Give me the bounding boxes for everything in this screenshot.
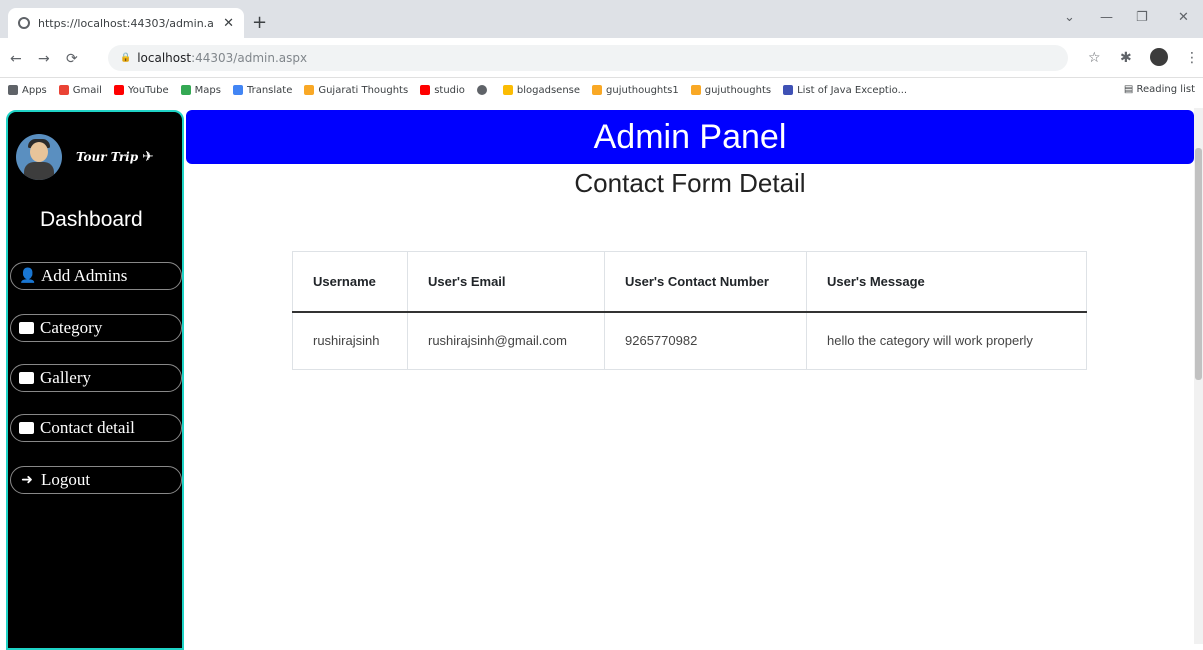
scrollbar-thumb[interactable] — [1195, 148, 1202, 380]
bookmark-label: List of Java Exceptio... — [797, 84, 908, 96]
reading-list-label: Reading list — [1136, 84, 1195, 95]
table-row: rushirajsinh rushirajsinh@gmail.com 9265… — [292, 311, 1087, 370]
new-tab-icon[interactable]: + — [252, 12, 267, 33]
bookmark-label: Maps — [194, 84, 221, 96]
adsense-icon — [502, 85, 513, 95]
profile-avatar[interactable] — [1150, 48, 1168, 66]
bookmark-maps[interactable]: Maps — [180, 84, 221, 96]
bookmark-apps[interactable]: Apps — [8, 85, 47, 96]
bookmark-label: Gmail — [72, 84, 102, 96]
bookmark-label: studio — [434, 84, 465, 96]
studio-icon — [420, 85, 431, 95]
browser-tab-strip: https://localhost:44303/admin.a ✕ + ⌄ — … — [0, 0, 1203, 38]
bookmark-translate[interactable]: Translate — [232, 84, 293, 96]
dashboard-title: Dashboard — [40, 208, 143, 231]
table-header-row: Username User's Email User's Contact Num… — [292, 251, 1087, 313]
address-bar[interactable]: 🔒 localhost:44303/admin.aspx — [108, 45, 1068, 71]
lock-icon: 🔒 — [120, 53, 132, 63]
minimize-icon[interactable]: — — [1100, 10, 1113, 25]
tab-title: https://localhost:44303/admin.a — [38, 16, 214, 30]
sidebar-item-label: Logout — [41, 470, 91, 489]
reading-list[interactable]: ▤ Reading list — [1124, 84, 1195, 95]
extensions-icon[interactable]: ✱ — [1120, 50, 1132, 66]
admin-page: Tour Trip ✈ Dashboard 👤 Add Admins Categ… — [0, 108, 1203, 650]
apps-icon — [8, 85, 18, 95]
folder-icon — [592, 85, 603, 95]
bookmark-gujuthoughts[interactable]: gujuthoughts — [690, 84, 772, 96]
sidebar-item-logout[interactable]: ➜ Logout — [10, 466, 182, 494]
java-icon — [783, 85, 794, 95]
folder-icon — [690, 85, 701, 95]
bookmark-gujarati-thoughts[interactable]: Gujarati Thoughts — [304, 85, 408, 96]
contact-icon — [19, 422, 34, 434]
bookmark-label: YouTube — [127, 84, 169, 96]
image-icon — [19, 372, 34, 384]
gmail-icon — [58, 85, 69, 95]
star-icon[interactable]: ☆ — [1088, 50, 1101, 66]
sidebar-item-label: Add Admins — [41, 266, 128, 285]
reload-icon[interactable]: ⟳ — [66, 51, 78, 67]
sidebar: Tour Trip ✈ Dashboard 👤 Add Admins Categ… — [6, 110, 184, 650]
column-header: Username — [292, 251, 408, 313]
bookmark-java-exceptions[interactable]: List of Java Exceptio... — [783, 85, 907, 96]
reading-list-icon: ▤ — [1123, 84, 1137, 95]
page-header: Admin Panel — [186, 110, 1194, 164]
bookmark-label: Apps — [22, 84, 47, 96]
bookmark-blogadsense[interactable]: blogadsense — [502, 84, 581, 96]
url-path: :44303/admin.aspx — [191, 51, 308, 65]
contact-table: Username User's Email User's Contact Num… — [292, 251, 1087, 370]
translate-icon — [232, 85, 243, 95]
close-tab-icon[interactable]: ✕ — [223, 16, 234, 31]
cell-username: rushirajsinh — [292, 311, 408, 370]
brand-name: Tour Trip — [76, 150, 139, 164]
address-bar-row: ← → ⟳ 🔒 localhost:44303/admin.aspx ☆ ✱ ⋮ — [0, 38, 1203, 78]
category-icon — [19, 322, 34, 334]
back-icon[interactable]: ← — [10, 51, 22, 67]
forward-icon[interactable]: → — [38, 51, 50, 67]
folder-icon — [304, 85, 315, 95]
bookmarks-bar: Apps Gmail YouTube Maps Translate Gujara… — [0, 78, 1203, 102]
column-header: User's Email — [407, 251, 605, 313]
sidebar-item-contact-detail[interactable]: Contact detail — [10, 414, 182, 442]
sidebar-item-label: Contact detail — [40, 418, 135, 437]
user-icon: 👤 — [19, 268, 37, 284]
bookmark-globe[interactable] — [476, 85, 491, 95]
sidebar-item-gallery[interactable]: Gallery — [10, 364, 182, 392]
close-window-icon[interactable]: ✕ — [1178, 10, 1189, 25]
plane-icon: ✈ — [142, 149, 154, 165]
bookmark-label: blogadsense — [516, 84, 581, 96]
cell-email: rushirajsinh@gmail.com — [407, 311, 605, 370]
column-header: User's Contact Number — [604, 251, 807, 313]
column-header: User's Message — [806, 251, 1087, 313]
sidebar-item-category[interactable]: Category — [10, 314, 182, 342]
avatar — [16, 134, 62, 180]
maximize-icon[interactable]: ❐ — [1136, 10, 1148, 25]
section-title: Contact Form Detail — [574, 168, 806, 198]
tab-search-icon[interactable]: ⌄ — [1064, 10, 1075, 25]
bookmark-studio[interactable]: studio — [420, 85, 465, 96]
bookmark-gujuthoughts1[interactable]: gujuthoughts1 — [592, 85, 679, 96]
logout-icon: ➜ — [21, 472, 33, 488]
bookmark-youtube[interactable]: YouTube — [113, 84, 169, 96]
cell-message: hello the category will work properly — [806, 311, 1087, 370]
menu-kebab-icon[interactable]: ⋮ — [1185, 50, 1199, 66]
youtube-icon — [113, 85, 124, 95]
cell-contact-number: 9265770982 — [604, 311, 807, 370]
bookmark-label: gujuthoughts — [704, 84, 772, 96]
maps-icon — [180, 85, 191, 95]
bookmark-label: Translate — [246, 84, 293, 96]
brand: Tour Trip ✈ — [16, 134, 154, 180]
bookmark-label: Gujarati Thoughts — [318, 84, 409, 96]
globe-icon — [476, 85, 487, 95]
bookmark-label: gujuthoughts1 — [606, 84, 679, 96]
sidebar-item-label: Gallery — [40, 368, 91, 387]
globe-icon — [18, 17, 30, 29]
url-host: localhost — [137, 51, 192, 65]
bookmark-gmail[interactable]: Gmail — [58, 84, 102, 96]
browser-tab[interactable]: https://localhost:44303/admin.a ✕ — [8, 8, 244, 38]
sidebar-item-add-admins[interactable]: 👤 Add Admins — [10, 262, 182, 290]
sidebar-item-label: Category — [40, 318, 103, 337]
